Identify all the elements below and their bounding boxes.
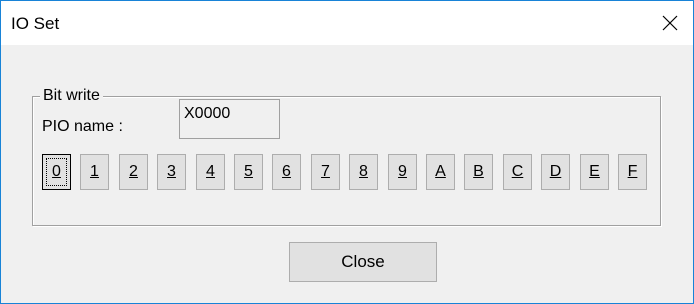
bit-button-8[interactable]: 8 xyxy=(349,154,378,190)
close-icon[interactable] xyxy=(647,1,693,45)
title-bar[interactable]: IO Set xyxy=(1,1,693,45)
bit-button-e[interactable]: E xyxy=(580,154,609,190)
pio-name-field: X0000 xyxy=(179,99,280,139)
bit-button-9[interactable]: 9 xyxy=(388,154,417,190)
bit-button-f[interactable]: F xyxy=(618,154,647,190)
bit-button-4[interactable]: 4 xyxy=(196,154,225,190)
bit-button-0[interactable]: 0 xyxy=(42,154,71,190)
pio-name-value: X0000 xyxy=(184,105,231,122)
bit-button-3[interactable]: 3 xyxy=(157,154,186,190)
bit-button-6[interactable]: 6 xyxy=(272,154,301,190)
bit-button-c[interactable]: C xyxy=(503,154,532,190)
bit-button-b[interactable]: B xyxy=(464,154,493,190)
bit-button-5[interactable]: 5 xyxy=(234,154,263,190)
bit-button-d[interactable]: D xyxy=(541,154,570,190)
window-title: IO Set xyxy=(11,14,60,33)
groupbox-legend: Bit write xyxy=(40,87,103,105)
bit-button-1[interactable]: 1 xyxy=(80,154,109,190)
close-button[interactable]: Close xyxy=(289,242,437,282)
pio-name-label: PIO name : xyxy=(42,118,123,135)
bit-button-7[interactable]: 7 xyxy=(311,154,340,190)
bit-button-2[interactable]: 2 xyxy=(119,154,148,190)
bit-button-a[interactable]: A xyxy=(426,154,455,190)
close-icon-glyph xyxy=(662,15,678,31)
